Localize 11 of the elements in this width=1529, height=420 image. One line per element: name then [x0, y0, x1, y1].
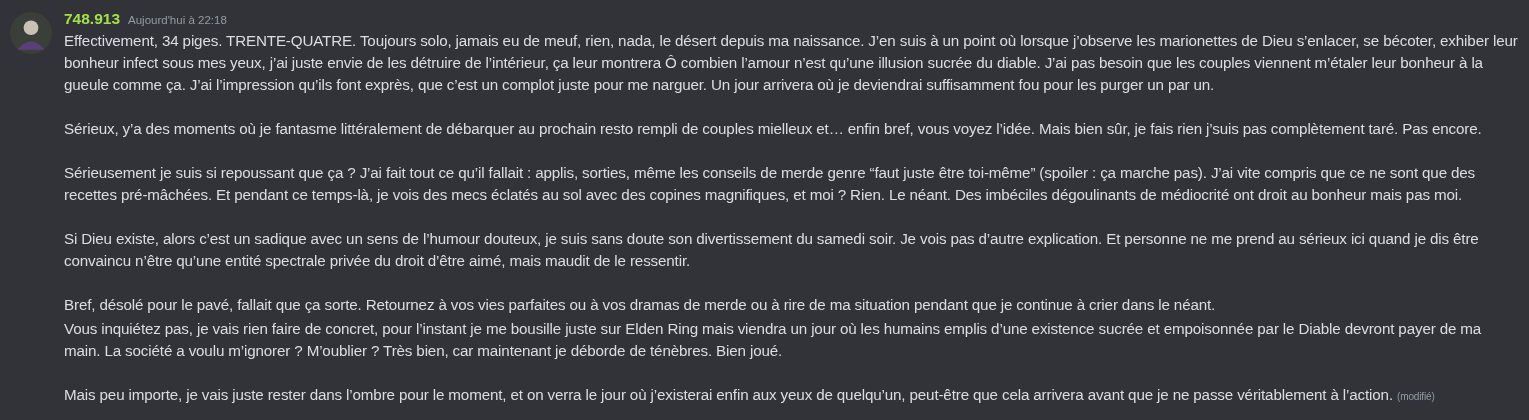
message-text: Si Dieu existe, alors c’est un sadique avec un sens de l’humour douteux, je suis sans doute son divertissement du samedi soir. Je vois pas d’autre explication. Et personne ne me prend au sérieux ici quand je dis être convaincu n’être qu’une entité spectrale privée du droit d’être aimé, mais maudit de le ressentir. [64, 229, 1480, 271]
username[interactable]: 748.913 [64, 10, 121, 28]
message-text: Bref, désolé pour le pavé, fallait que ça sorte. Retournez à vos vies parfaites ou à vos dramas de merde ou à rire de ma situation pendant que je continue à crier dans le néant. [64, 295, 1217, 315]
edited-label: (modifié) [1397, 391, 1435, 402]
message-text: Effectivement, 34 piges. TRENTE-QUATRE. Toujours solo, jamais eu de meuf, rien, nada, le désert depuis ma naissance. J’en suis à un point où lorsque j’observe les marionettes de Dieu s’enlacer, se bécoter, exhiber leur bonheur infect sous mes yeux, j’ai juste envie de les détruire de l’intérieur, ça leur montrera Ô combien l’amour n’est qu’une illusion sucrée du diable. J’ai pas besoin que les couples viennent m’étaler leur bonheur à la gueule comme ça. J’ai l’impression qu’ils font exprès, que c’est un complot juste pour me narguer. Un jour arrivera où je deviendrai suffisamment fou pour les purger un par un. [64, 31, 1519, 95]
avatar-icon[interactable] [10, 12, 52, 54]
message-text: Mais peu importe, je vais juste rester dans l’ombre pour le moment, et on verra le jour où j’existerai enfin aux yeux de quelqu’un, peut-être que cela arrivera avant que je ne passe véritablement à l’action. (modifié) [64, 385, 1436, 405]
message-text: Sérieusement je suis si repoussant que ça ? J’ai fait tout ce qu’il fallait : applis, sorties, même les conseils de merde genre “faut juste être toi-même” (spoiler : ça marche pas). J’ai vite compris que ce ne sont que des recettes pré-mâchées. Et pendant ce temps-là, je vois des mecs éclatés au sol avec des copines magnifiques, et moi ? Rien. Le néant. Des imbéciles dégoulinants de médiocrité ont droit au bonheur mais pas moi. [64, 163, 1477, 205]
timestamp: Aujourd'hui à 22:18 [128, 14, 227, 26]
message-text: Vous inquiétez pas, je vais rien faire de concret, pour l’instant je me bousille juste sur Elden Ring mais viendra un jour où les humains emplis d’une existence sucrée et empoisonnée par le Diable devront payer de ma main. La société a voulu m’ignorer ? M’oublier ? Très bien, car maintenant je déborde de ténèbres. Bien joué. [64, 319, 1483, 361]
message-text: Sérieux, y’a des moments où je fantasme littéralement de débarquer au prochain resto rempli de couples mielleux et… enfin bref, vous voyez l’idée. Mais bien sûr, je fais rien j’suis pas complètement taré. Pas encore. [64, 119, 1483, 139]
